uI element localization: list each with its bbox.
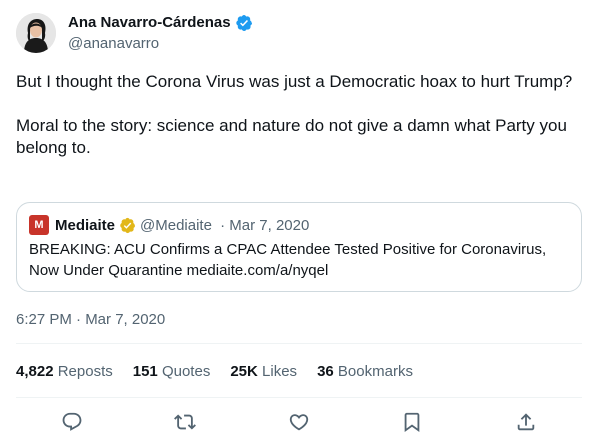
stat-reposts[interactable]: 4,822 Reposts bbox=[16, 362, 113, 382]
tweet-actions-bar bbox=[58, 408, 540, 436]
author-name-row[interactable]: Ana Navarro-Cárdenas bbox=[68, 14, 253, 32]
author-handle[interactable]: @ananavarro bbox=[68, 35, 159, 53]
share-button[interactable] bbox=[512, 408, 540, 436]
stat-label: Reposts bbox=[57, 363, 113, 380]
stat-label: Quotes bbox=[161, 363, 211, 380]
divider bbox=[16, 343, 582, 344]
profile-photo-icon bbox=[16, 13, 56, 53]
quoted-tweet-header: M Mediaite @Mediaite · Mar 7, 2020 bbox=[29, 215, 569, 235]
stat-label: Likes bbox=[262, 363, 298, 380]
stat-value: 36 bbox=[317, 363, 334, 380]
like-icon bbox=[289, 414, 309, 431]
bookmark-button[interactable] bbox=[398, 408, 426, 436]
mediaite-logo-icon: M bbox=[29, 215, 49, 235]
stat-likes[interactable]: 25K Likes bbox=[230, 362, 297, 382]
author-name[interactable]: Ana Navarro-Cárdenas bbox=[68, 14, 231, 32]
verified-badge-icon bbox=[235, 14, 252, 32]
divider bbox=[16, 397, 582, 398]
bookmark-icon bbox=[404, 412, 420, 433]
verified-org-badge-icon bbox=[120, 217, 136, 233]
repost-icon bbox=[174, 414, 196, 430]
reply-icon bbox=[62, 412, 82, 431]
quoted-tweet-text: BREAKING: ACU Confirms a CPAC Attendee T… bbox=[29, 241, 547, 279]
share-icon bbox=[517, 413, 535, 431]
stat-bookmarks[interactable]: 36 Bookmarks bbox=[317, 362, 413, 382]
stat-value: 4,822 bbox=[16, 363, 54, 380]
quoted-author-name[interactable]: Mediaite bbox=[55, 217, 115, 234]
tweet-paragraph: Moral to the story: science and nature d… bbox=[16, 116, 567, 157]
stat-label: Bookmarks bbox=[337, 363, 413, 380]
stat-quotes[interactable]: 151 Quotes bbox=[133, 362, 211, 382]
engagement-stats: 4,822 Reposts 151 Quotes 25K Likes 36 Bo… bbox=[16, 362, 413, 382]
reply-button[interactable] bbox=[58, 408, 86, 436]
stat-value: 151 bbox=[132, 363, 158, 380]
repost-button[interactable] bbox=[171, 408, 199, 436]
quoted-author-handle[interactable]: @Mediaite bbox=[140, 217, 212, 234]
tweet-paragraph: But I thought the Corona Virus was just … bbox=[16, 72, 573, 91]
stat-value: 25K bbox=[230, 363, 258, 380]
tweet-text: But I thought the Corona Virus was just … bbox=[16, 71, 582, 159]
like-button[interactable] bbox=[285, 408, 313, 436]
tweet-timestamp[interactable]: 6:27 PM · Mar 7, 2020 bbox=[16, 310, 165, 330]
avatar[interactable] bbox=[16, 13, 56, 53]
quoted-tweet-card[interactable]: M Mediaite @Mediaite · Mar 7, 2020 BREAK… bbox=[16, 202, 582, 292]
quoted-tweet-date: · Mar 7, 2020 bbox=[215, 216, 310, 234]
tweet: Ana Navarro-Cárdenas @ananavarro But I t… bbox=[0, 0, 598, 445]
